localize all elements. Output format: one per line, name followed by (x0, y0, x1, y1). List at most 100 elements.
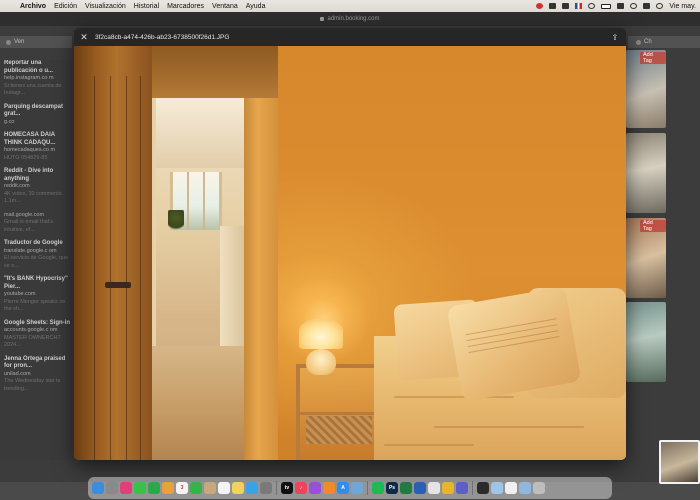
bed-fold (394, 396, 514, 398)
podcasts-dock-icon[interactable] (309, 482, 321, 494)
music-dock-icon[interactable]: ♪ (295, 482, 307, 494)
listing-photo-thumbnail[interactable]: Add Tag (626, 50, 666, 128)
history-item[interactable]: mail.google.com Gmail is email that's in… (4, 212, 72, 235)
photo-door-jamb (244, 98, 278, 460)
safari-dock-icon[interactable] (246, 482, 258, 494)
history-item-desc: Pierre Menger speaks on the sh... (4, 298, 66, 313)
battery-icon[interactable] (601, 3, 612, 9)
history-item[interactable]: Google Sheets: Sign-in accounts.google.c… (4, 320, 72, 350)
menu-visualizacion[interactable]: Visualización (81, 3, 130, 10)
siri-icon[interactable] (656, 3, 664, 9)
menu-ventana[interactable]: Ventana (208, 3, 242, 10)
menu-marcadores[interactable]: Marcadores (163, 3, 208, 10)
dropbox-icon[interactable] (549, 3, 557, 9)
books-dock-icon[interactable] (323, 482, 335, 494)
listing-photo-thumbnail[interactable]: Add Tag (626, 218, 666, 298)
input-source-flag-icon[interactable] (575, 3, 583, 9)
window-mullion (203, 172, 205, 230)
bluetooth-icon[interactable] (562, 3, 570, 9)
history-item-url: reddit.com (4, 183, 30, 189)
history-item-url: help.instagram.co m (4, 75, 54, 81)
trash-dock-icon[interactable] (533, 482, 545, 494)
chrome-dock-icon[interactable] (428, 482, 440, 494)
door-plank-line (110, 76, 111, 460)
spotlight-icon[interactable] (630, 3, 638, 9)
menu-bar: Archivo Edición Visualización Historial … (0, 0, 700, 12)
finder-dock-icon[interactable] (92, 482, 104, 494)
lock-icon (320, 17, 325, 21)
address-bar[interactable]: admin.booking.com (320, 16, 380, 22)
door-plank-line (94, 76, 95, 460)
listing-photo-thumbnail[interactable] (626, 302, 666, 382)
add-tag-label[interactable]: Add Tag (640, 220, 666, 232)
spotify-dock-icon[interactable] (372, 482, 384, 494)
photo-plant (168, 210, 184, 232)
appstore-dock-icon[interactable]: A (337, 482, 349, 494)
history-item-desc: The Wednesday star is trending... (4, 378, 61, 392)
history-item[interactable]: Reportar una publicación o u... help.ins… (4, 60, 72, 98)
browser-tab-left[interactable]: Ven (0, 36, 72, 48)
vpn-icon[interactable] (588, 3, 596, 9)
history-sidebar: Reportar una publicación o u... help.ins… (0, 60, 72, 460)
browser-tab-right[interactable]: Ch (628, 36, 700, 48)
photos-alt-dock-icon[interactable] (120, 482, 132, 494)
dock-separator (276, 481, 277, 495)
preview-dock-icon[interactable] (351, 482, 363, 494)
history-item[interactable]: HOMECASA DAIA THINK CADAQU... homecadaqu… (4, 132, 72, 162)
listing-photo-thumbnail[interactable] (626, 133, 666, 213)
history-item-url: accounts.google.c om (4, 327, 58, 333)
facetime-dock-icon[interactable] (190, 482, 202, 494)
history-item[interactable]: Parquing descampat grat... g.co (4, 104, 72, 127)
menu-archivo[interactable]: Archivo (16, 3, 50, 10)
excel-dock-icon[interactable] (400, 482, 412, 494)
wifi-icon[interactable] (617, 3, 625, 9)
history-item-url: unilad.com (4, 370, 31, 377)
tab-favicon-icon (6, 39, 11, 45)
history-item-title: "It's BANK Hypocrisy" Pier... (4, 276, 68, 290)
door-plank-line (126, 76, 127, 460)
history-item[interactable]: "It's BANK Hypocrisy" Pier... youtube.co… (4, 276, 72, 314)
document-dock-icon[interactable] (505, 482, 517, 494)
folder-dock-icon[interactable] (519, 482, 531, 494)
word-dock-icon[interactable] (414, 482, 426, 494)
vpn-dock-icon[interactable] (442, 482, 454, 494)
launchpad-dock-icon[interactable] (106, 482, 118, 494)
photos-dock-icon[interactable] (162, 482, 174, 494)
whatsapp-dock-icon[interactable] (148, 482, 160, 494)
menu-edicion[interactable]: Edición (50, 3, 81, 10)
share-icon[interactable]: ⇪ (610, 32, 620, 42)
photoshop-dock-icon[interactable]: Ps (386, 482, 398, 494)
teams-dock-icon[interactable] (456, 482, 468, 494)
history-item-desc: HUTG 054829-85 (4, 154, 48, 161)
menu-historial[interactable]: Historial (130, 3, 163, 10)
browser-tab-left-label: Ven (14, 39, 25, 45)
bedroom-photo (74, 46, 626, 460)
messages-dock-icon[interactable] (134, 482, 146, 494)
calendar-dock-icon[interactable]: 3 (176, 482, 188, 494)
recording-icon[interactable] (536, 3, 544, 9)
history-item[interactable]: Traductor de Google translate.google.c o… (4, 240, 72, 270)
listing-photo-column: Add Tag Add Tag (626, 50, 666, 390)
settings-dock-icon[interactable] (260, 482, 272, 494)
notes-dock-icon[interactable] (232, 482, 244, 494)
reminders-dock-icon[interactable] (218, 482, 230, 494)
add-tag-label[interactable]: Add Tag (640, 52, 666, 64)
photo-door-handle (105, 282, 131, 288)
close-icon[interactable]: ✕ (77, 30, 91, 44)
history-item-title: Traductor de Google (4, 240, 63, 246)
photo-door (74, 46, 152, 460)
control-center-icon[interactable] (643, 3, 651, 9)
bed-fold (384, 444, 474, 446)
menu-ayuda[interactable]: Ayuda (242, 3, 270, 10)
downloads-dock-icon[interactable] (491, 482, 503, 494)
menubar-clock[interactable]: Vie may. (669, 3, 696, 10)
terminal-dock-icon[interactable] (477, 482, 489, 494)
photo-nightstand (296, 364, 382, 460)
screenshot-thumbnail[interactable] (659, 440, 700, 484)
contacts-dock-icon[interactable] (204, 482, 216, 494)
history-item[interactable]: Reddit - Dive into anything reddit.com 4… (4, 168, 72, 206)
history-item[interactable]: Jenna Ortega praised for pron... unilad.… (4, 356, 72, 394)
tv-dock-icon[interactable]: tv (281, 482, 293, 494)
status-area: Vie may. (536, 3, 700, 10)
nightstand-basket (306, 416, 372, 444)
